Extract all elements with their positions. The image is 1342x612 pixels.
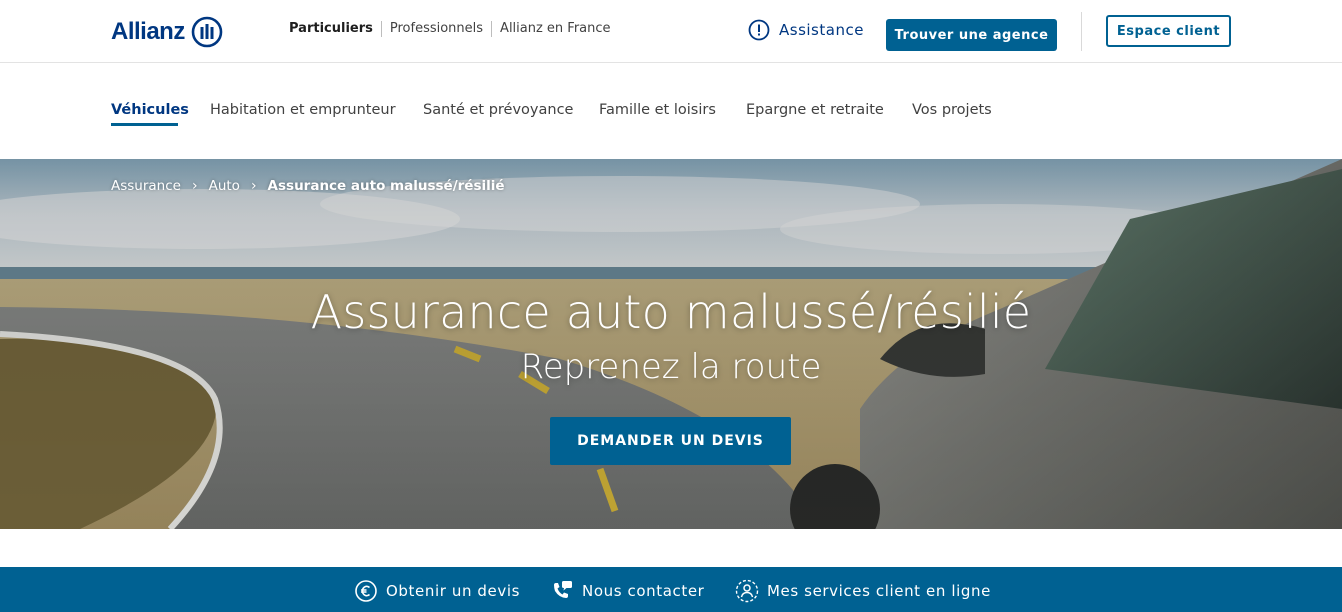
online-services-label: Mes services client en ligne bbox=[767, 582, 991, 600]
audience-link-professionnels[interactable]: Professionnels bbox=[380, 21, 491, 37]
allianz-logo[interactable]: Allianz bbox=[111, 15, 223, 49]
audience-link-allianz-france[interactable]: Allianz en France bbox=[491, 21, 619, 37]
nav-item-projets[interactable]: Vos projets bbox=[912, 102, 992, 118]
top-header: Allianz Particuliers Professionnels Alli… bbox=[0, 0, 1342, 63]
audience-link-particuliers[interactable]: Particuliers bbox=[289, 21, 381, 37]
get-quote-label: Obtenir un devis bbox=[386, 582, 521, 600]
allianz-logo-icon bbox=[191, 16, 223, 48]
client-area-button[interactable]: Espace client bbox=[1106, 15, 1231, 47]
user-services-icon bbox=[735, 579, 759, 603]
nav-item-famille[interactable]: Famille et loisirs bbox=[599, 102, 716, 118]
hero-background-image bbox=[0, 159, 1342, 529]
phone-chat-icon bbox=[554, 581, 572, 598]
assistance-link[interactable]: Assistance bbox=[748, 19, 864, 41]
contact-us-label: Nous contacter bbox=[582, 582, 705, 600]
page-title: Assurance auto malussé/résilié bbox=[310, 285, 1032, 339]
assistance-label: Assistance bbox=[779, 21, 864, 39]
logo-text: Allianz bbox=[111, 18, 185, 45]
request-quote-button[interactable]: DEMANDER UN DEVIS bbox=[550, 417, 791, 465]
breadcrumb: Assurance › Auto › Assurance auto maluss… bbox=[111, 178, 505, 194]
breadcrumb-current: Assurance auto malussé/résilié bbox=[267, 178, 505, 194]
nav-item-epargne[interactable]: Epargne et retraite bbox=[746, 102, 884, 118]
assistance-icon bbox=[748, 19, 770, 41]
main-nav: Véhicules Habitation et emprunteur Santé… bbox=[0, 64, 1342, 159]
quick-actions-bar: Obtenir un devis Nous contacter Mes serv… bbox=[0, 567, 1342, 612]
breadcrumb-link-auto[interactable]: Auto bbox=[209, 178, 240, 194]
header-divider bbox=[1081, 12, 1082, 51]
chevron-right-icon: › bbox=[250, 178, 257, 194]
euro-icon bbox=[355, 580, 377, 602]
nav-item-sante[interactable]: Santé et prévoyance bbox=[423, 102, 573, 118]
find-agency-button[interactable]: Trouver une agence bbox=[886, 19, 1057, 51]
nav-active-indicator bbox=[111, 123, 178, 126]
page-subtitle: Reprenez la route bbox=[520, 347, 822, 387]
nav-item-habitation[interactable]: Habitation et emprunteur bbox=[210, 102, 396, 118]
breadcrumb-link-assurance[interactable]: Assurance bbox=[111, 178, 181, 194]
hero-banner: Assurance › Auto › Assurance auto maluss… bbox=[0, 159, 1342, 529]
audience-nav: Particuliers Professionnels Allianz en F… bbox=[289, 21, 619, 37]
nav-item-vehicules[interactable]: Véhicules bbox=[111, 102, 189, 118]
get-quote-link[interactable]: Obtenir un devis bbox=[354, 579, 520, 603]
online-services-link[interactable]: Mes services client en ligne bbox=[735, 579, 991, 603]
contact-us-link[interactable]: Nous contacter bbox=[550, 579, 704, 603]
chevron-right-icon: › bbox=[191, 178, 198, 194]
